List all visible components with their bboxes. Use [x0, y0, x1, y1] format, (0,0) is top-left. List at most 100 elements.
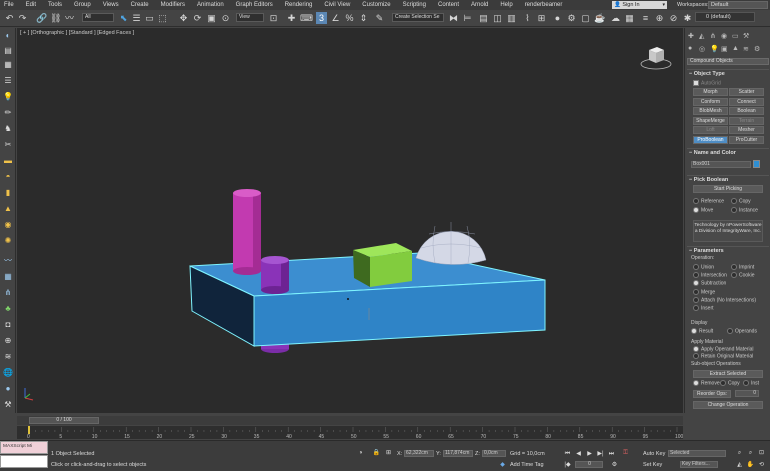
viewcube-icon[interactable] [638, 42, 674, 72]
utilities-icon[interactable]: ⚒ [3, 400, 13, 410]
menu-graph-editors[interactable]: Graph Editors [230, 0, 279, 10]
mesher-button[interactable]: Mesher [729, 126, 764, 135]
viewport-layout-icon[interactable]: ◐ [3, 31, 13, 41]
zoom-all-icon[interactable]: ⌕ [746, 449, 755, 457]
scene-explorer-icon[interactable]: ▤ [3, 46, 13, 56]
character-icon[interactable]: ♞ [3, 124, 13, 134]
snaps-toggle-icon[interactable]: 3 [316, 12, 327, 24]
menu-civil-view[interactable]: Civil View [318, 0, 356, 10]
op-merge-radio[interactable]: Merge [693, 289, 715, 295]
key-filters-button[interactable]: Key Filters... [680, 461, 718, 468]
space-warp-icon[interactable]: ≋ [3, 352, 13, 362]
shapes-category-icon[interactable]: ◎ [699, 45, 705, 53]
curve-editor-icon[interactable]: ⌇ [522, 12, 533, 24]
toggle-ribbon-icon[interactable]: ▥ [506, 12, 517, 24]
layer-select[interactable]: 0 (default) [695, 12, 755, 22]
named-selection-icon[interactable]: ✎ [374, 12, 385, 24]
spline-icon[interactable]: 〰 [3, 256, 13, 266]
object-name-input[interactable]: Box001 [691, 161, 751, 168]
autogrid-checkbox[interactable]: AutoGrid [693, 80, 721, 86]
workspace-select[interactable]: Default [708, 1, 768, 9]
layer-list-icon[interactable]: ☰ [3, 76, 13, 86]
menu-tools[interactable]: Tools [42, 0, 68, 10]
menu-arnold[interactable]: Arnold [465, 0, 494, 10]
select-object-icon[interactable]: ⬉ [118, 12, 129, 24]
percent-snap-icon[interactable]: % [344, 12, 355, 24]
keyboard-shortcut-icon[interactable]: ⌨ [300, 12, 313, 24]
modify-tab-icon[interactable]: ◭ [699, 32, 704, 40]
modeling-ribbon-icon[interactable]: ▦ [3, 60, 13, 70]
move-icon[interactable]: ✥ [178, 12, 189, 24]
menu-customize[interactable]: Customize [356, 0, 396, 10]
display-tab-icon[interactable]: ▭ [732, 32, 739, 40]
menu-views[interactable]: Views [97, 0, 125, 10]
extract-inst-radio[interactable]: Inst [743, 380, 759, 386]
window-crossing-icon[interactable]: ⬚ [157, 12, 168, 24]
apply-operand-material-radio[interactable]: Apply Operand Material [693, 346, 754, 352]
x-coord-input[interactable]: 62,322cm [404, 450, 434, 457]
helpers-category-icon[interactable]: ▲ [732, 45, 739, 52]
render-setup-icon[interactable]: ⚙ [566, 12, 577, 24]
plant-icon[interactable]: ♣ [3, 304, 13, 314]
layers-freeze-icon[interactable]: ✱ [682, 12, 693, 24]
current-frame-marker[interactable] [28, 426, 30, 434]
render-production-icon[interactable]: ☕ [594, 12, 605, 24]
hierarchy-icon[interactable]: ⋔ [3, 288, 13, 298]
named-selection-set-input[interactable]: Create Selection Se [392, 13, 444, 22]
menu-animation[interactable]: Animation [191, 0, 230, 10]
globe-icon[interactable]: 🌐 [3, 368, 13, 378]
scatter-button[interactable]: Scatter [729, 88, 764, 96]
track-bar[interactable]: 0 5 10 15 20 25 30 35 40 45 50 55 60 65 70 75 80 85 90 95 10… [17, 426, 684, 440]
op-subtraction-radio[interactable]: Subtraction [693, 280, 726, 286]
align-icon[interactable]: ⊨ [462, 12, 473, 24]
bind-space-warp-icon[interactable]: 〰 [64, 12, 75, 24]
menu-edit[interactable]: Edit [20, 0, 42, 10]
op-insert-radio[interactable]: Insert [693, 305, 714, 311]
object-type-rollout[interactable]: − Object Type [687, 69, 769, 77]
spinner-snap-icon[interactable]: ⇕ [358, 12, 369, 24]
display-result-radio[interactable]: Result [691, 328, 713, 334]
toggle-scene-explorer-icon[interactable]: ▤ [478, 12, 489, 24]
time-config-icon[interactable]: ⚙ [610, 461, 619, 469]
layers-add-icon[interactable]: ⊕ [654, 12, 665, 24]
select-by-name-icon[interactable]: ☰ [131, 12, 142, 24]
mirror-icon[interactable]: ⧓ [448, 12, 459, 24]
viewport-orthographic[interactable]: [ + ] [Orthographic ] [Standard ] [Edged… [17, 28, 683, 413]
play-icon[interactable]: ▶ [585, 450, 594, 458]
cylinder-primitive-icon[interactable]: ▮ [3, 188, 13, 198]
change-operation-button[interactable]: Change Operation [693, 401, 763, 409]
prev-frame-icon[interactable]: ◀ [574, 450, 583, 458]
display-operands-radio[interactable]: Operands [727, 328, 757, 334]
terrain-button[interactable]: Terrain [729, 116, 764, 125]
box-primitive-icon[interactable]: ▬ [3, 156, 13, 166]
sphere-primitive-icon[interactable]: ◓ [3, 172, 13, 182]
object-color-swatch[interactable] [753, 160, 760, 168]
pivot-center-icon[interactable]: ⊡ [268, 12, 279, 24]
reorder-ops-button[interactable]: Reorder Ops: [693, 390, 731, 398]
morph-button[interactable]: Morph [693, 88, 728, 96]
menu-renderbeamer[interactable]: renderbeamer [519, 0, 569, 10]
add-time-tag-button[interactable]: Add Time Tag [510, 462, 544, 468]
pick-instance-radio[interactable]: Instance [731, 207, 758, 213]
zoom-extents-icon[interactable]: ⊡ [757, 449, 766, 457]
cone-primitive-icon[interactable]: ▲ [3, 204, 13, 214]
pan-icon[interactable]: ✋ [746, 461, 755, 469]
loft-button[interactable]: Loft [693, 126, 728, 135]
boolean-button[interactable]: Boolean [729, 107, 764, 116]
rect-selection-icon[interactable]: ▭ [144, 12, 155, 24]
rendered-frame-window-icon[interactable]: ▢ [580, 12, 591, 24]
utilities-tab-icon[interactable]: ⚒ [743, 32, 749, 40]
geometry-category-icon[interactable]: ● [688, 45, 692, 52]
undo-icon[interactable]: ↶ [4, 12, 15, 24]
geosphere-primitive-icon[interactable]: ✺ [3, 236, 13, 246]
isolate-selection-icon[interactable]: ◑ [356, 449, 365, 457]
op-imprint-checkbox[interactable]: Imprint [731, 264, 754, 270]
name-color-rollout[interactable]: − Name and Color [687, 148, 769, 156]
op-intersection-radio[interactable]: Intersection [693, 272, 727, 278]
menu-modifiers[interactable]: Modifiers [155, 0, 191, 10]
extract-copy-radio[interactable]: Copy [720, 380, 740, 386]
category-select[interactable]: Compound Objects [687, 58, 769, 65]
start-picking-button[interactable]: Start Picking [693, 185, 763, 193]
motion-tab-icon[interactable]: ◉ [721, 32, 727, 40]
connect-button[interactable]: Connect [729, 97, 764, 106]
